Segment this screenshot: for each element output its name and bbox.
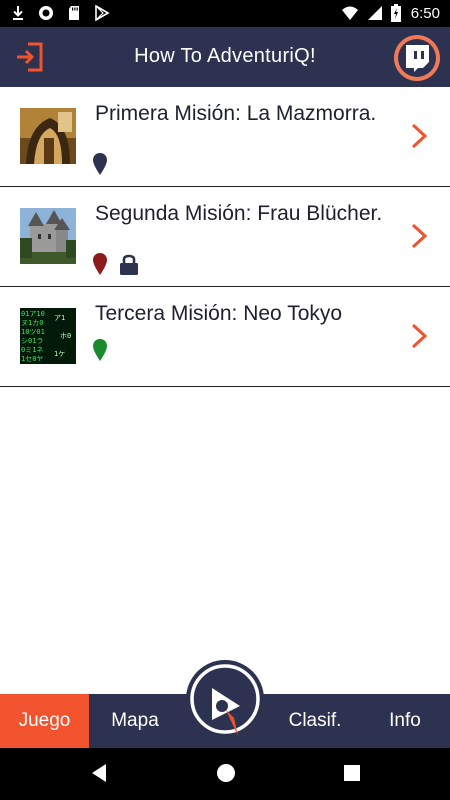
tab-info[interactable]: Info (360, 694, 450, 748)
mission-list: Primera Misión: La Mazmorra. Segunda Mis… (0, 87, 450, 387)
download-icon (13, 6, 23, 20)
mission-item-segunda[interactable]: Segunda Misión: Frau Blücher. (0, 187, 450, 287)
play-store-icon (95, 5, 110, 21)
center-logo-button[interactable] (186, 660, 264, 738)
svg-text:1セ0ヤ: 1セ0ヤ (21, 355, 43, 363)
signal-icon (367, 6, 382, 20)
lock-icon (120, 254, 138, 275)
svg-text:ア1: ア1 (54, 314, 65, 322)
page-title: How To AdventuriQ! (134, 45, 316, 67)
chevron-right-icon[interactable] (410, 323, 428, 349)
mission-title: Tercera Misión: Neo Tokyo (95, 302, 343, 325)
svg-text:10ツ01: 10ツ01 (21, 328, 45, 336)
recents-icon[interactable] (342, 762, 362, 784)
home-icon[interactable] (215, 762, 237, 784)
matrix-thumbnail: 01ア10 ヌ1カ0 10ツ01 シ01ラ 0ミ1ネ 1セ0ヤ ア1 ホ0 1ケ (20, 308, 76, 364)
sd-card-icon (69, 6, 79, 20)
twitch-button[interactable] (394, 35, 440, 81)
status-time: 6:50 (410, 4, 440, 22)
tab-mapa[interactable]: Mapa (89, 694, 181, 748)
tab-clasif[interactable]: Clasif. (270, 694, 360, 748)
svg-text:1ケ: 1ケ (54, 350, 65, 358)
chevron-right-icon[interactable] (410, 223, 428, 249)
svg-text:ヌ1カ0: ヌ1カ0 (21, 319, 43, 327)
app-bar: How To AdventuriQ! (0, 27, 450, 87)
mission-item-tercera[interactable]: 01ア10 ヌ1カ0 10ツ01 シ01ラ 0ミ1ネ 1セ0ヤ ア1 ホ0 1ケ… (0, 287, 450, 387)
svg-text:0ミ1ネ: 0ミ1ネ (21, 346, 43, 354)
record-icon (39, 6, 53, 20)
status-bar: 6:50 (0, 0, 450, 27)
dungeon-thumbnail (20, 108, 76, 164)
mission-title: Segunda Misión: Frau Blücher. (95, 202, 383, 225)
wifi-icon (341, 6, 358, 20)
battery-icon (390, 4, 401, 22)
chevron-right-icon[interactable] (410, 123, 428, 149)
map-marker-icon (93, 253, 107, 275)
svg-text:シ01ラ: シ01ラ (21, 337, 43, 345)
svg-text:ホ0: ホ0 (60, 332, 71, 340)
back-icon[interactable] (88, 762, 108, 784)
system-nav-bar (0, 748, 450, 800)
mission-item-primera[interactable]: Primera Misión: La Mazmorra. (0, 87, 450, 187)
adventuriq-logo-icon (190, 664, 260, 736)
svg-text:01ア10: 01ア10 (21, 310, 45, 318)
tab-juego[interactable]: Juego (0, 694, 89, 748)
mission-title: Primera Misión: La Mazmorra. (95, 102, 377, 125)
map-marker-icon (93, 153, 107, 175)
twitch-icon (398, 39, 436, 77)
map-marker-icon (93, 339, 107, 361)
castle-thumbnail (20, 208, 76, 264)
